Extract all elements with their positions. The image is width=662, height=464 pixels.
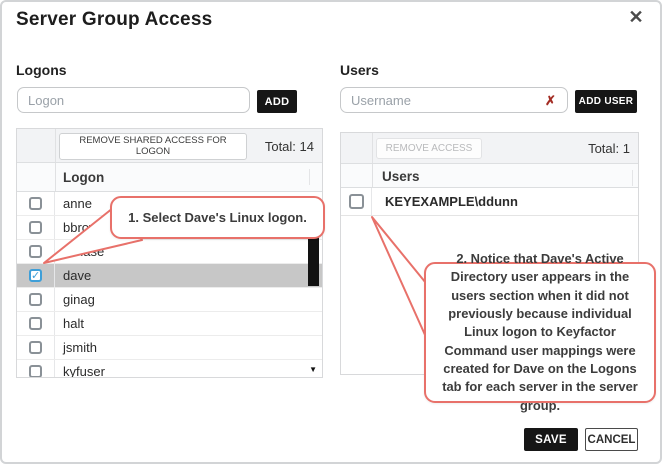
checkbox-cell — [17, 336, 55, 359]
users-section-label: Users — [340, 62, 379, 78]
table-row[interactable]: KEYEXAMPLE\ddunn — [341, 188, 638, 216]
row-checkbox[interactable] — [29, 197, 42, 210]
column-resize-divider — [309, 169, 310, 185]
table-row[interactable]: ✓ dave — [17, 264, 322, 288]
column-divider — [55, 163, 56, 191]
column-divider — [372, 133, 373, 163]
row-label: dave — [63, 268, 91, 283]
row-checkbox[interactable] — [29, 245, 42, 258]
table-row[interactable]: halt — [17, 312, 322, 336]
row-checkbox[interactable] — [29, 293, 42, 306]
column-divider — [372, 164, 373, 187]
table-row[interactable]: cchase — [17, 240, 322, 264]
logon-input[interactable] — [17, 87, 250, 113]
row-label: halt — [63, 316, 84, 331]
cancel-button[interactable]: CANCEL — [585, 428, 638, 451]
dialog-title: Server Group Access — [16, 9, 212, 31]
row-label: cchase — [63, 244, 104, 259]
logons-section-label: Logons — [16, 62, 67, 78]
checkbox-cell — [17, 288, 55, 311]
logons-table-toolbar: REMOVE SHARED ACCESS FOR LOGON Total: 14 — [17, 129, 322, 163]
users-column-header-row: Users — [341, 164, 638, 188]
table-row[interactable]: jsmith — [17, 336, 322, 360]
column-resize-divider — [632, 170, 633, 186]
checkbox-cell — [341, 188, 372, 215]
logons-column-header-row: Logon — [17, 163, 322, 192]
row-checkbox[interactable] — [29, 365, 42, 377]
checkbox-cell — [17, 360, 55, 377]
annotation-callout-1: 1. Select Dave's Linux logon. — [110, 196, 325, 239]
row-label: KEYEXAMPLE\ddunn — [385, 194, 518, 209]
username-input[interactable] — [340, 87, 568, 113]
annotation-callout-2: 2. Notice that Dave's Active Directory u… — [424, 262, 656, 403]
row-checkbox[interactable] — [29, 221, 42, 234]
checkbox-cell: ✓ — [17, 264, 55, 287]
add-user-button[interactable]: ADD USER — [575, 90, 637, 113]
users-column-header: Users — [382, 169, 420, 184]
remove-access-button[interactable]: REMOVE ACCESS — [376, 138, 482, 159]
row-checkbox[interactable]: ✓ — [29, 269, 42, 282]
add-logon-button[interactable]: ADD — [257, 90, 297, 113]
scrollbar-thumb[interactable] — [308, 231, 319, 286]
row-label: bbrown — [63, 220, 106, 235]
logons-total: Total: 14 — [265, 139, 314, 154]
users-total: Total: 1 — [588, 141, 630, 156]
close-icon[interactable]: ✕ — [624, 5, 648, 29]
remove-shared-access-button[interactable]: REMOVE SHARED ACCESS FOR LOGON — [59, 133, 247, 160]
checkbox-cell — [17, 192, 55, 215]
logons-table: REMOVE SHARED ACCESS FOR LOGON Total: 14… — [16, 128, 323, 378]
scroll-down-icon[interactable]: ▼ — [309, 365, 317, 374]
row-label: kyfuser — [63, 364, 105, 377]
table-row[interactable]: ginag — [17, 288, 322, 312]
column-divider — [55, 129, 56, 162]
users-table-toolbar: REMOVE ACCESS Total: 1 — [341, 133, 638, 164]
save-button[interactable]: SAVE — [524, 428, 578, 451]
row-label: jsmith — [63, 340, 97, 355]
row-label: anne — [63, 196, 92, 211]
checkbox-cell — [17, 240, 55, 263]
row-label: ginag — [63, 292, 95, 307]
row-checkbox[interactable] — [29, 317, 42, 330]
row-checkbox[interactable] — [29, 341, 42, 354]
row-checkbox[interactable] — [349, 194, 364, 209]
table-row[interactable]: kyfuser — [17, 360, 322, 377]
checkbox-cell — [17, 312, 55, 335]
clear-input-icon[interactable]: ✗ — [545, 93, 556, 109]
checkbox-cell — [17, 216, 55, 239]
logons-column-header: Logon — [63, 170, 104, 185]
